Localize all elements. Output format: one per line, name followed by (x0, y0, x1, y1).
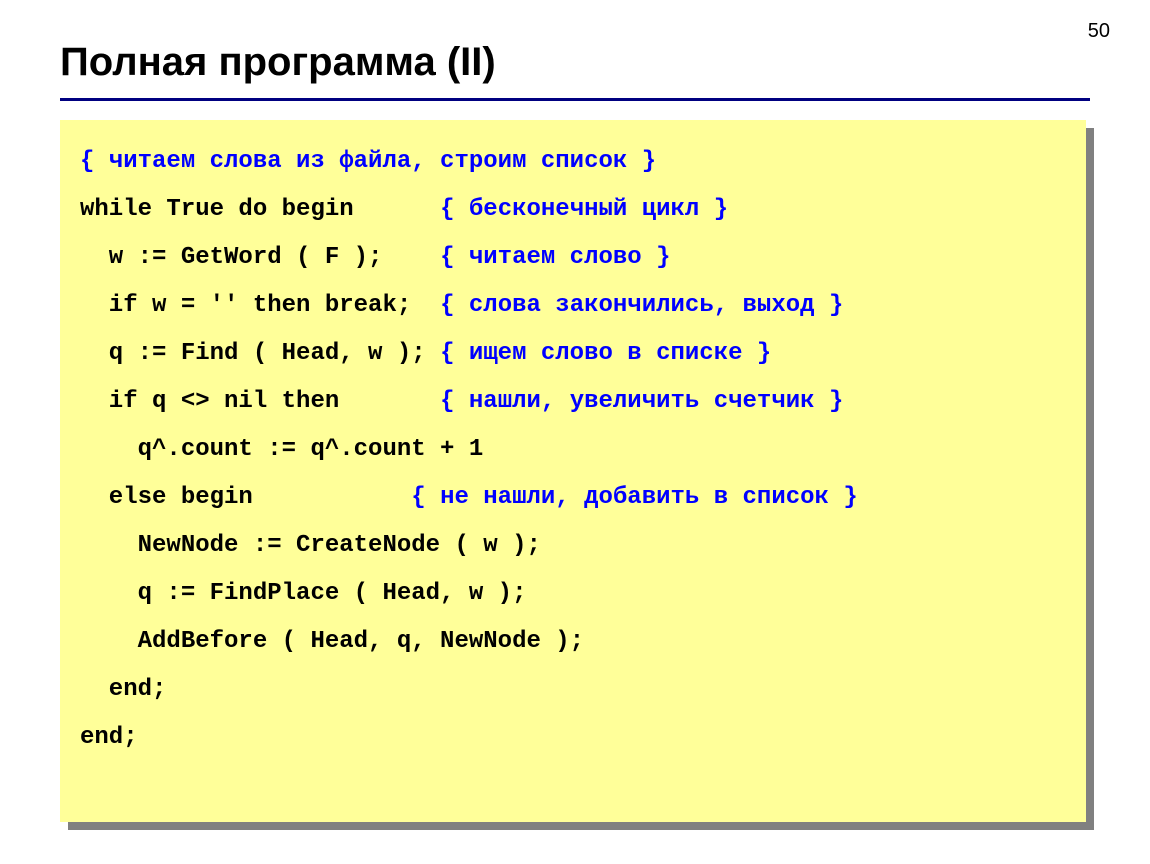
code-comment: { читаем слово } (440, 244, 670, 271)
title-underline (60, 98, 1090, 101)
page-number: 50 (1088, 20, 1110, 43)
code-line: AddBefore ( Head, q, NewNode ); (80, 628, 584, 655)
code-line: while True do begin (80, 196, 354, 223)
slide-title: Полная программа (II) (60, 40, 496, 85)
code-line: q^.count := q^.count + 1 (80, 436, 483, 463)
code-line: if q <> nil then (80, 388, 339, 415)
code-comment: { читаем слова из файла, строим список } (80, 148, 656, 175)
code-comment: { нашли, увеличить счетчик } (440, 388, 843, 415)
code-block: { читаем слова из файла, строим список }… (60, 120, 1086, 822)
code-comment: { бесконечный цикл } (440, 196, 728, 223)
code-comment: { не нашли, добавить в список } (411, 484, 857, 511)
code-line: q := FindPlace ( Head, w ); (80, 580, 526, 607)
code-comment: { ищем слово в списке } (440, 340, 771, 367)
code-line: end; (80, 724, 138, 751)
code-line: else begin (80, 484, 253, 511)
code-line: NewNode := CreateNode ( w ); (80, 532, 541, 559)
code-line: end; (80, 676, 166, 703)
code-comment: { слова закончились, выход } (440, 292, 843, 319)
code-line: if w = '' then break; (80, 292, 411, 319)
code-line: q := Find ( Head, w ); (80, 340, 426, 367)
code-line: w := GetWord ( F ); (80, 244, 382, 271)
